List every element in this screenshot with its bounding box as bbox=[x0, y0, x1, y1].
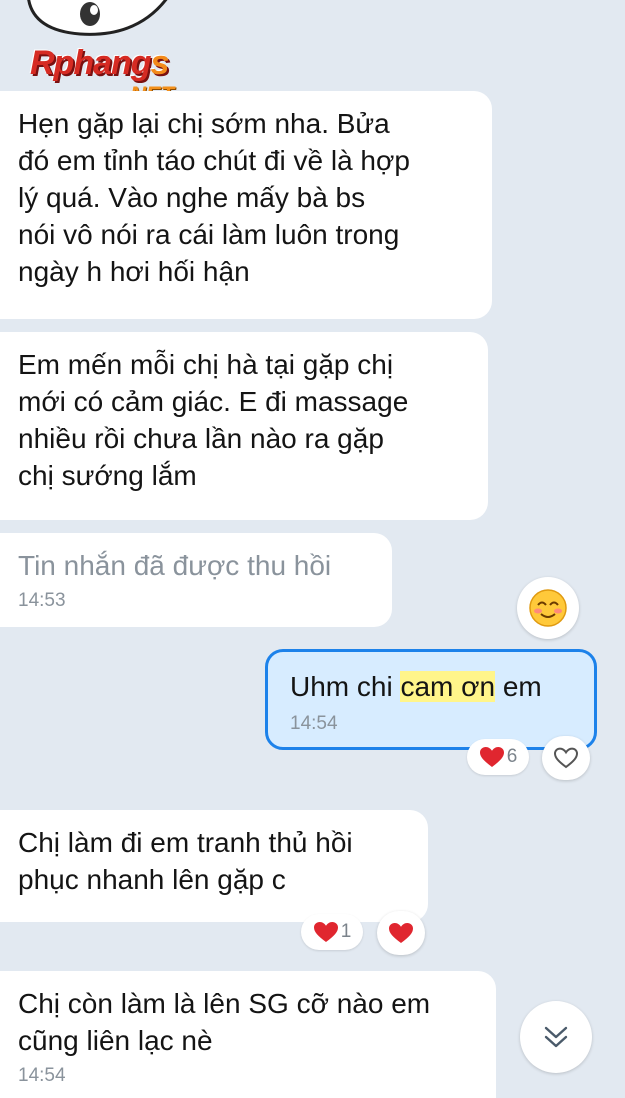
message-text: Chị làm đi em tranh thủ hồi phục nhanh l… bbox=[18, 827, 353, 895]
react-button[interactable] bbox=[377, 911, 425, 955]
double-chevron-down-icon bbox=[544, 1026, 568, 1048]
reaction-emoji-button[interactable] bbox=[517, 577, 579, 639]
sent-message[interactable]: Uhm chi cam ơn em 14:54 bbox=[265, 649, 597, 750]
logo-text: Rphangs bbox=[30, 44, 169, 82]
message-text: Hẹn gặp lại chị sớm nha. Bửa đó em tỉnh … bbox=[18, 108, 410, 287]
received-message[interactable]: Em mến mỗi chị hà tại gặp chị mới có cảm… bbox=[0, 332, 488, 520]
message-text: Uhm chi cam ơn em bbox=[290, 671, 542, 702]
received-message[interactable]: Chị còn làm là lên SG cỡ nào em cũng liê… bbox=[0, 971, 496, 1098]
heart-icon bbox=[313, 922, 338, 942]
reaction-count: 6 bbox=[506, 746, 518, 767]
smiling-blush-emoji-icon bbox=[529, 589, 567, 627]
message-time: 14:54 bbox=[18, 1065, 66, 1086]
scroll-to-bottom-button[interactable] bbox=[520, 1001, 592, 1073]
reaction-count-pill[interactable]: 1 bbox=[301, 914, 363, 950]
received-message[interactable]: Chị làm đi em tranh thủ hồi phục nhanh l… bbox=[0, 810, 428, 922]
avatar-partial bbox=[27, 0, 168, 36]
reaction-count: 1 bbox=[340, 921, 352, 942]
heart-outline-icon bbox=[553, 747, 579, 769]
recalled-message[interactable]: Tin nhắn đã được thu hồi 14:53 bbox=[0, 533, 392, 627]
heart-icon bbox=[479, 747, 504, 767]
message-text: Em mến mỗi chị hà tại gặp chị mới có cảm… bbox=[18, 349, 409, 491]
highlighted-text: cam ơn bbox=[400, 671, 496, 702]
message-time: 14:53 bbox=[18, 590, 66, 611]
message-text: Tin nhắn đã được thu hồi bbox=[18, 550, 332, 581]
received-message[interactable]: Hẹn gặp lại chị sớm nha. Bửa đó em tỉnh … bbox=[0, 91, 492, 319]
heart-icon bbox=[389, 923, 413, 943]
reaction-count-pill[interactable]: 6 bbox=[467, 739, 529, 775]
react-button[interactable] bbox=[542, 736, 590, 780]
message-text: Chị còn làm là lên SG cỡ nào em cũng liê… bbox=[18, 988, 431, 1056]
message-time: 14:54 bbox=[290, 713, 338, 734]
